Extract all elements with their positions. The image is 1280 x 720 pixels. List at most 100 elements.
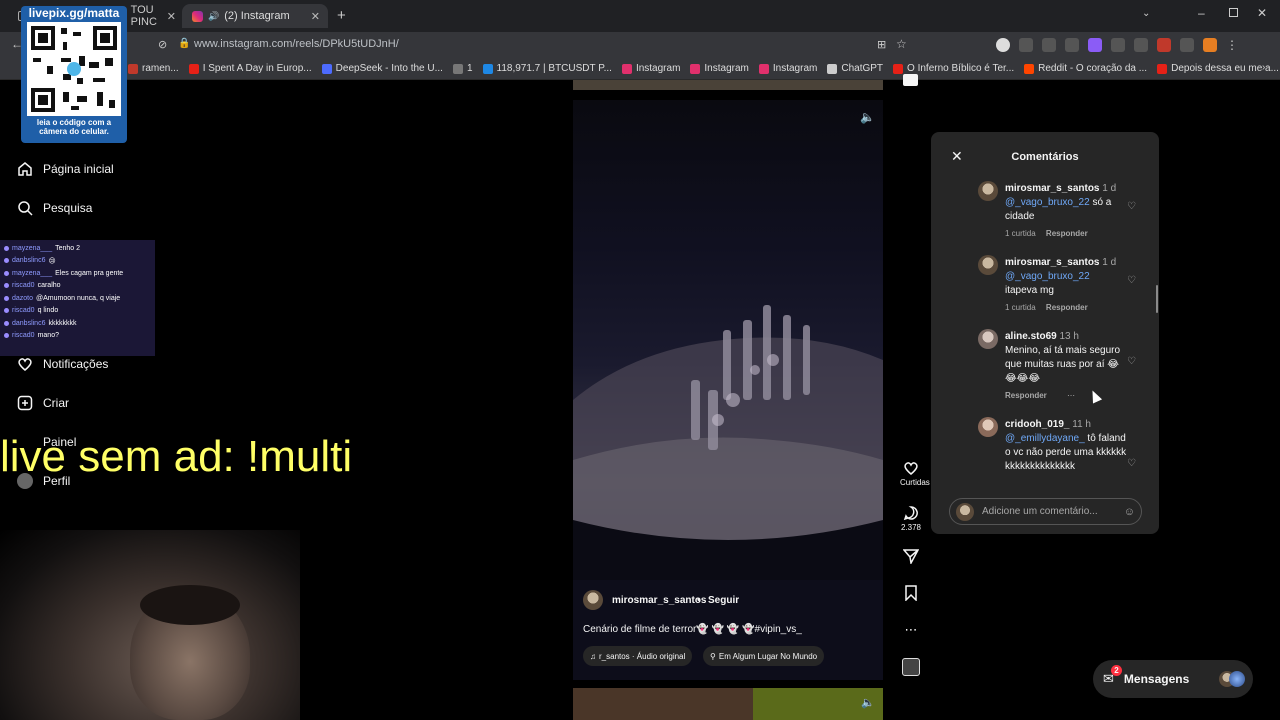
- bookmark-item[interactable]: ramen...: [128, 63, 179, 74]
- audio-thumbnail[interactable]: [902, 658, 920, 676]
- comment-time: 1 d: [1102, 183, 1117, 194]
- comment-meta: Responder ⋯: [1005, 391, 1075, 400]
- close-tab-icon[interactable]: ✕: [311, 10, 320, 23]
- bookmark-item[interactable]: 118,971.7 | BTCUSDT P...: [482, 63, 612, 74]
- reply-button[interactable]: Responder: [1005, 391, 1047, 400]
- emoji-icon[interactable]: ☺: [1124, 506, 1135, 518]
- mute-icon[interactable]: 🔈: [861, 696, 875, 709]
- extension-icon[interactable]: [1042, 38, 1056, 52]
- audio-pill[interactable]: ♫ r_santos · Áudio original: [583, 646, 693, 666]
- reply-button[interactable]: Responder: [1046, 229, 1088, 238]
- sidebar-item-home[interactable]: Página inicial: [16, 157, 114, 181]
- bookmark-item[interactable]: Reddit - O coração da ...: [1024, 63, 1147, 74]
- menu-icon[interactable]: ⋮: [1226, 38, 1238, 52]
- comment-like-icon[interactable]: ♡: [1127, 356, 1136, 367]
- comment-likes[interactable]: 1 curtida: [1005, 303, 1036, 312]
- more-options-icon[interactable]: ⋯: [900, 622, 922, 638]
- bookmark-item[interactable]: Instagram: [621, 63, 680, 74]
- comment-options-icon[interactable]: ⋯: [1067, 391, 1075, 400]
- share-button[interactable]: [900, 548, 922, 566]
- bookmark-star-icon[interactable]: ☆: [896, 37, 907, 51]
- extension-icon[interactable]: [996, 38, 1010, 52]
- search-icon: [16, 199, 34, 217]
- extension-icon[interactable]: [1157, 38, 1171, 52]
- speaker-icon[interactable]: 🔊: [208, 11, 219, 22]
- comment-input-placeholder[interactable]: Adicione um comentário...: [982, 506, 1124, 517]
- comment-mention[interactable]: @_vago_bruxo_22: [1005, 271, 1090, 282]
- tab-search-icon[interactable]: ⌄: [1142, 8, 1150, 19]
- close-window-icon[interactable]: ✕: [1257, 6, 1267, 20]
- location-pill[interactable]: ⚲ Em Algum Lugar No Mundo: [703, 646, 825, 666]
- author-name[interactable]: mirosmar_s_santos: [612, 595, 707, 606]
- bookmark-label: ramen...: [142, 63, 179, 74]
- chat-username: danbslinc6: [12, 319, 46, 327]
- comment-user[interactable]: aline.sto69: [1005, 331, 1057, 342]
- next-reel-preview[interactable]: 🔈: [753, 688, 883, 720]
- comment-user[interactable]: cridooh_019_: [1005, 419, 1069, 430]
- heart-icon: [904, 462, 918, 475]
- like-button[interactable]: Curtidas: [900, 460, 930, 487]
- extension-icon[interactable]: [1134, 38, 1148, 52]
- more-bookmarks-icon[interactable]: ›: [1262, 62, 1265, 73]
- close-tab-icon[interactable]: ✕: [167, 10, 176, 23]
- minimize-icon[interactable]: –: [1198, 6, 1205, 20]
- more-icon-top[interactable]: [903, 74, 918, 86]
- bookmark-item[interactable]: Instagram: [690, 63, 749, 74]
- extension-icon[interactable]: [1111, 38, 1125, 52]
- extension-icon[interactable]: [1180, 38, 1194, 52]
- comment-avatar[interactable]: [978, 417, 998, 437]
- url-field[interactable]: www.instagram.com/reels/DPkU5tUDJnH/: [194, 38, 399, 50]
- sidebar-item-create[interactable]: Criar: [16, 391, 69, 415]
- bookmark-item[interactable]: Instagram: [758, 63, 817, 74]
- extension-icon[interactable]: [1203, 38, 1217, 52]
- install-app-icon[interactable]: ⊞: [877, 38, 886, 51]
- tracking-off-icon[interactable]: ⊘: [158, 38, 167, 51]
- sidebar-item-search[interactable]: Pesquisa: [16, 196, 92, 220]
- lock-icon[interactable]: 🔒: [178, 38, 190, 49]
- comment-avatar[interactable]: [978, 255, 998, 275]
- extension-icon[interactable]: [1065, 38, 1079, 52]
- comment-button[interactable]: 2.378: [900, 505, 922, 532]
- bookmark-label: DeepSeek - Into the U...: [335, 63, 443, 74]
- save-button[interactable]: [900, 585, 922, 603]
- chat-text: @Amumoon nunca, q viaje: [36, 294, 121, 302]
- chat-message: danbslinc6 😢: [4, 255, 151, 268]
- bookmark-item[interactable]: 1: [452, 63, 473, 74]
- comment-avatar[interactable]: [978, 181, 998, 201]
- author-avatar[interactable]: [583, 590, 603, 610]
- comment-user[interactable]: mirosmar_s_santos: [1005, 183, 1100, 194]
- tab-instagram[interactable]: 🔊 (2) Instagram ✕: [182, 4, 328, 28]
- new-tab-icon[interactable]: +: [337, 7, 346, 24]
- avatar: [1229, 671, 1245, 687]
- bookmark-favicon-icon: [482, 63, 493, 74]
- bookmark-item[interactable]: I Spent A Day in Europ...: [188, 63, 312, 74]
- comment-mention[interactable]: @_vago_bruxo_22: [1005, 197, 1090, 208]
- mute-icon[interactable]: 🔈: [860, 110, 875, 124]
- bookmark-favicon-icon: [1157, 63, 1168, 74]
- comment-input[interactable]: Adicione um comentário... ☺: [949, 498, 1142, 525]
- comment-like-icon[interactable]: ♡: [1127, 458, 1136, 469]
- comment-like-icon[interactable]: ♡: [1127, 275, 1136, 286]
- chat-message: mayzena___ Eles cagam pra gente: [4, 267, 151, 280]
- maximize-icon[interactable]: [1229, 8, 1238, 17]
- reel-video[interactable]: 🔈: [573, 100, 883, 580]
- bookmark-label: Instagram: [704, 63, 749, 74]
- bookmark-item[interactable]: Depois dessa eu me a...: [1157, 63, 1279, 74]
- extension-icon[interactable]: [1088, 38, 1102, 52]
- chat-badge-icon: [4, 333, 9, 339]
- comments-scrollbar[interactable]: [1156, 285, 1158, 313]
- extension-icon[interactable]: [1019, 38, 1033, 52]
- bookmark-item[interactable]: DeepSeek - Into the U...: [321, 63, 443, 74]
- comment-mention[interactable]: @_emillydayane_: [1005, 433, 1085, 444]
- comment-user[interactable]: mirosmar_s_santos: [1005, 257, 1100, 268]
- messages-button[interactable]: ✉ 2 Mensagens: [1093, 660, 1253, 698]
- follow-button[interactable]: Seguir: [708, 595, 739, 606]
- bookmark-item[interactable]: ChatGPT: [827, 63, 883, 74]
- comment-like-icon[interactable]: ♡: [1127, 201, 1136, 212]
- next-reel-preview[interactable]: [573, 688, 753, 720]
- bookmarks-list: ramen... I Spent A Day in Europ... DeepSee…: [0, 63, 1280, 74]
- comment-avatar[interactable]: [978, 329, 998, 349]
- reply-button[interactable]: Responder: [1046, 303, 1088, 312]
- comment-likes[interactable]: 1 curtida: [1005, 229, 1036, 238]
- bookmark-item[interactable]: O Inferno Bíblico é Ter...: [893, 63, 1014, 74]
